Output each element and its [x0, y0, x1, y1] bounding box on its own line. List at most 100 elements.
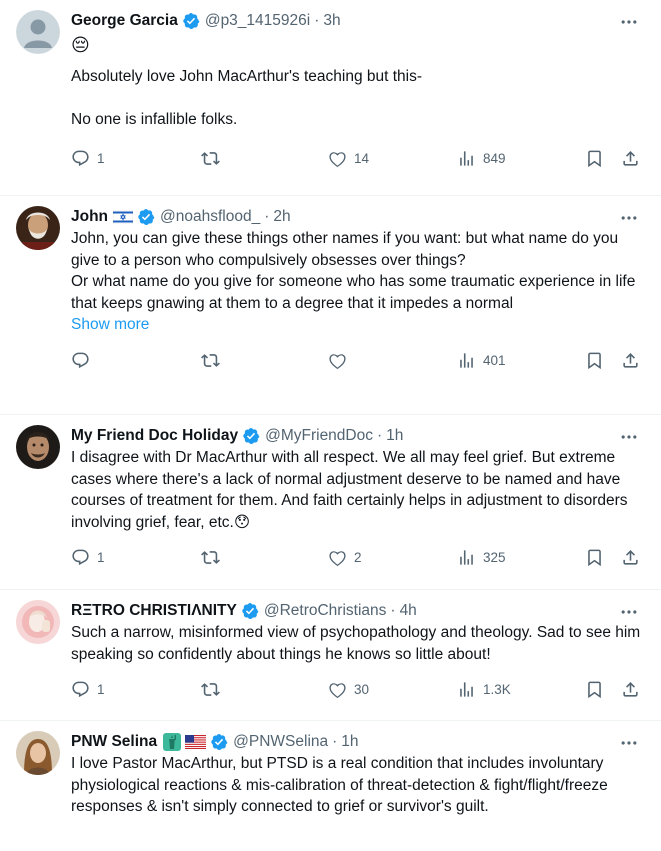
- share-icon: [623, 681, 638, 697]
- repost-icon: [201, 152, 220, 165]
- tweet-header: RΞTRO CHRISTIΛNITY @RetroChristians · 4h: [71, 600, 641, 622]
- repost-button[interactable]: [201, 667, 227, 711]
- share-button[interactable]: [621, 535, 640, 579]
- verified-badge-icon: [138, 208, 155, 226]
- timestamp[interactable]: 2h: [273, 208, 290, 226]
- more-options-button[interactable]: [617, 12, 641, 32]
- tweet-text-block: I disagree with Dr MacArthur with all re…: [71, 447, 641, 533]
- like-count: 14: [354, 151, 370, 166]
- action-bar: 1 30 1.3K: [71, 667, 641, 711]
- like-button[interactable]: [328, 338, 354, 382]
- separator-dot: ·: [332, 733, 338, 750]
- tweet[interactable]: George Garcia @p3_1415926i · 3h 😔 Absolu…: [0, 0, 661, 196]
- tweet[interactable]: PNW Selina @PNWSelina · 1h I love Pastor…: [0, 721, 661, 851]
- repost-icon: [201, 353, 220, 367]
- verified-badge-icon: [243, 427, 260, 445]
- share-button[interactable]: [621, 667, 640, 711]
- avatar-pnw-selina[interactable]: [16, 731, 60, 775]
- display-name[interactable]: PNW Selina: [71, 733, 157, 751]
- reply-button[interactable]: 1: [71, 137, 105, 181]
- repost-button[interactable]: [201, 535, 227, 579]
- action-bar: 401: [71, 338, 641, 382]
- handle[interactable]: @noahsflood_: [160, 208, 260, 226]
- view-count: 325: [483, 549, 506, 565]
- like-button[interactable]: 14: [328, 137, 369, 181]
- bookmark-icon: [588, 352, 601, 369]
- repost-button[interactable]: [201, 338, 227, 382]
- tweet[interactable]: My Friend Doc Holiday @MyFriendDoc · 1h …: [0, 415, 661, 590]
- reply-button[interactable]: 1: [71, 535, 105, 579]
- tweet[interactable]: John @noahsflood_ · 2h John, you can giv…: [0, 196, 661, 415]
- more-icon: [621, 610, 637, 614]
- views-button[interactable]: 1.3K: [457, 667, 511, 711]
- timestamp[interactable]: 1h: [341, 733, 358, 751]
- views-button[interactable]: 325: [457, 535, 506, 579]
- repost-button[interactable]: [201, 137, 227, 181]
- views-icon: [460, 151, 473, 166]
- reply-count: 1: [97, 681, 105, 697]
- tweet-header: George Garcia @p3_1415926i · 3h: [71, 10, 641, 32]
- avatar-retro-christianity[interactable]: [16, 600, 60, 644]
- bookmark-button[interactable]: [585, 667, 604, 711]
- reply-button[interactable]: [71, 338, 97, 382]
- bookmark-button[interactable]: [585, 338, 604, 382]
- avatar-doc-holiday[interactable]: [16, 425, 60, 469]
- separator-dot: ·: [390, 602, 396, 619]
- display-name[interactable]: John: [71, 208, 108, 226]
- bookmark-button[interactable]: [585, 535, 604, 579]
- view-count: 1.3K: [483, 681, 511, 697]
- bookmark-button[interactable]: [585, 137, 604, 181]
- display-name[interactable]: RΞTRO CHRISTIΛNITY: [71, 602, 237, 620]
- tweet-header: My Friend Doc Holiday @MyFriendDoc · 1h: [71, 425, 641, 447]
- share-button[interactable]: [621, 338, 640, 382]
- more-options-button[interactable]: [617, 427, 641, 447]
- views-icon: [460, 549, 473, 565]
- action-bar: 1 14 849: [71, 137, 641, 181]
- more-options-button[interactable]: [617, 602, 641, 622]
- reply-icon: [72, 150, 89, 167]
- reply-button[interactable]: 1: [71, 667, 105, 711]
- avatar-john[interactable]: [16, 206, 60, 250]
- view-count: 401: [483, 352, 506, 368]
- like-button[interactable]: 2: [328, 535, 362, 579]
- timestamp[interactable]: 1h: [386, 427, 403, 445]
- like-icon: [329, 550, 346, 566]
- bookmark-icon: [588, 150, 601, 168]
- timestamp[interactable]: 3h: [323, 12, 340, 30]
- views-icon: [460, 352, 473, 368]
- statue-of-liberty-icon: [163, 733, 182, 751]
- reply-icon: [72, 352, 89, 368]
- handle[interactable]: @p3_1415926i: [205, 12, 310, 30]
- views-icon: [460, 681, 473, 697]
- share-icon: [623, 549, 638, 565]
- tweet-text: Absolutely love John MacArthur's teachin…: [71, 68, 423, 128]
- more-icon: [621, 435, 637, 439]
- reply-feed: George Garcia @p3_1415926i · 3h 😔 Absolu…: [0, 0, 661, 851]
- bookmark-icon: [588, 549, 601, 566]
- share-button[interactable]: [621, 137, 640, 181]
- like-icon: [329, 353, 346, 369]
- tweet[interactable]: RΞTRO CHRISTIΛNITY @RetroChristians · 4h…: [0, 590, 661, 721]
- timestamp[interactable]: 4h: [400, 602, 417, 620]
- reply-icon: [72, 549, 89, 565]
- avatar-default[interactable]: [16, 10, 60, 54]
- display-name[interactable]: My Friend Doc Holiday: [71, 427, 238, 445]
- show-more-link[interactable]: Show more: [71, 314, 641, 336]
- handle[interactable]: @MyFriendDoc: [265, 427, 373, 445]
- views-button[interactable]: 849: [457, 137, 506, 181]
- like-button[interactable]: 30: [328, 667, 369, 711]
- tweet-text: John, you can give these things other na…: [71, 230, 636, 312]
- israel-flag-icon: [113, 210, 134, 224]
- reply-count: 1: [97, 549, 105, 565]
- handle[interactable]: @RetroChristians: [264, 602, 387, 620]
- more-options-button[interactable]: [617, 733, 641, 753]
- views-button[interactable]: 401: [457, 338, 506, 382]
- action-bar: 1 2 325: [71, 535, 641, 579]
- more-icon: [621, 216, 637, 220]
- display-name[interactable]: George Garcia: [71, 12, 178, 30]
- like-count: 30: [354, 681, 370, 697]
- handle[interactable]: @PNWSelina: [233, 733, 328, 751]
- more-icon: [621, 741, 637, 745]
- more-options-button[interactable]: [617, 208, 641, 228]
- verified-badge-icon: [242, 602, 259, 620]
